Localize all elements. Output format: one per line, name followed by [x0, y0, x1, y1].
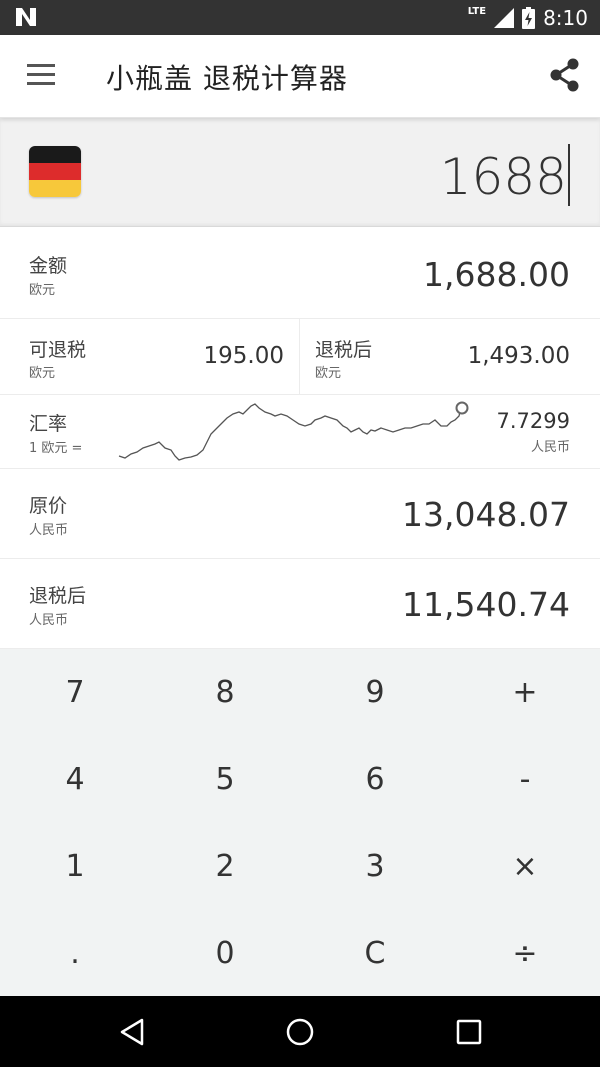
back-icon[interactable] [116, 1016, 148, 1048]
after-refund-eur-value: 1,493.00 [467, 343, 570, 369]
refund-row: 可退税 欧元 195.00 退税后 欧元 1,493.00 [0, 319, 600, 395]
key-0[interactable]: 0 [150, 910, 300, 997]
after-refund-eur-label: 退税后 [315, 339, 373, 361]
original-price-row: 原价 人民币 13,048.07 [0, 469, 600, 559]
amount-row: 金额 欧元 1,688.00 [0, 227, 600, 319]
amount-input[interactable]: 1688 [440, 144, 570, 206]
germany-flag-icon[interactable] [29, 146, 81, 197]
key-4[interactable]: 4 [0, 736, 150, 823]
clock: 8:10 [543, 5, 588, 30]
app-bar: 小瓶盖 退税计算器 [0, 35, 600, 118]
key-2[interactable]: 2 [150, 823, 300, 910]
key-decimal[interactable]: . [0, 910, 150, 997]
refundable-value: 195.00 [203, 343, 284, 369]
key-divide[interactable]: ÷ [450, 910, 600, 997]
home-icon[interactable] [284, 1016, 316, 1048]
text-cursor [568, 144, 570, 206]
recents-icon[interactable] [453, 1016, 485, 1048]
key-8[interactable]: 8 [150, 649, 300, 736]
key-7[interactable]: 7 [0, 649, 150, 736]
network-type-label: LTE [467, 6, 487, 17]
key-multiply[interactable]: × [450, 823, 600, 910]
row-divider [299, 319, 300, 394]
amount-unit: 欧元 [29, 283, 56, 298]
refundable-label: 可退税 [29, 339, 87, 361]
app-title: 小瓶盖 退税计算器 [106, 62, 348, 95]
amount-value: 1,688.00 [423, 255, 570, 294]
rate-value: 7.7299 [496, 409, 570, 433]
notification-n-icon [16, 8, 36, 26]
signal-icon [494, 7, 515, 28]
menu-icon[interactable] [27, 64, 55, 86]
key-3[interactable]: 3 [300, 823, 450, 910]
after-refund-cny-row: 退税后 人民币 11,540.74 [0, 559, 600, 649]
after-refund-cny-value: 11,540.74 [402, 585, 570, 624]
key-plus[interactable]: + [450, 649, 600, 736]
original-price-value: 13,048.07 [402, 495, 570, 534]
system-nav-bar [0, 996, 600, 1067]
keypad: 7 8 9 + 4 5 6 - 1 2 3 × . 0 C ÷ [0, 649, 600, 996]
amount-input-area: 1688 [0, 118, 600, 227]
rate-sub-label: 1 欧元 = [29, 441, 83, 456]
key-5[interactable]: 5 [150, 736, 300, 823]
share-icon[interactable] [548, 57, 582, 93]
rate-trend-sparkline [118, 401, 469, 461]
key-6[interactable]: 6 [300, 736, 450, 823]
exchange-rate-row[interactable]: 汇率 1 欧元 = 7.7299 人民币 [0, 395, 600, 469]
original-price-unit: 人民币 [29, 523, 69, 538]
key-clear[interactable]: C [300, 910, 450, 997]
rate-label: 汇率 [29, 413, 68, 435]
key-9[interactable]: 9 [300, 649, 450, 736]
battery-charging-icon [522, 6, 536, 29]
rate-unit: 人民币 [530, 440, 570, 455]
amount-label: 金额 [29, 255, 68, 277]
key-minus[interactable]: - [450, 736, 600, 823]
after-refund-cny-unit: 人民币 [29, 613, 69, 628]
after-refund-eur-unit: 欧元 [315, 366, 342, 381]
status-bar: LTE 8:10 [0, 0, 600, 35]
key-1[interactable]: 1 [0, 823, 150, 910]
after-refund-cny-label: 退税后 [29, 585, 87, 607]
refundable-unit: 欧元 [29, 366, 56, 381]
original-price-label: 原价 [29, 495, 68, 517]
